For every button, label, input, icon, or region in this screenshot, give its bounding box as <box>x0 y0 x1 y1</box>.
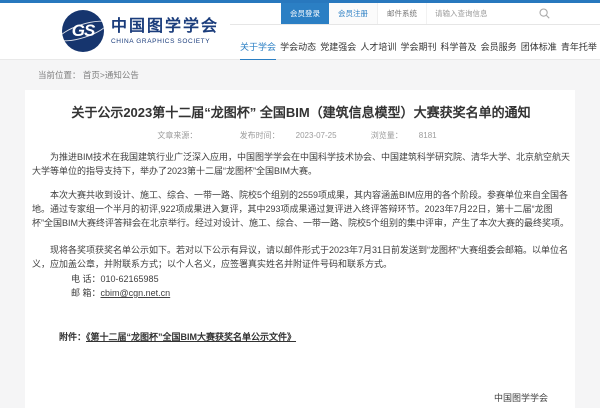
paragraph-2: 本次大赛共收到设计、施工、综合、一带一路、院校5个组别的2559项成果，其内容涵… <box>32 188 570 230</box>
email-label: 邮 箱： <box>71 288 101 298</box>
utility-divider <box>230 24 600 25</box>
contact-phone-line: 电 话：010-62165985 <box>71 272 570 286</box>
breadcrumb-label: 当前位置： <box>38 70 81 80</box>
meta-views: 浏览量：8181 <box>363 131 445 140</box>
nav-item-news[interactable]: 学会动态 <box>280 40 316 61</box>
member-register-button[interactable]: 会员注册 <box>329 3 378 24</box>
nav-item-member-service[interactable]: 会员服务 <box>481 40 517 61</box>
search-input[interactable] <box>435 9 513 18</box>
logo-text: 中国图学学会 CHINA GRAPHICS SOCIETY <box>111 18 219 45</box>
phone-label: 电 话： <box>71 274 101 284</box>
site-logo[interactable]: GS 中国图学学会 CHINA GRAPHICS SOCIETY <box>62 10 219 52</box>
main-nav: 关于学会 学会动态 党建强会 人才培训 学会期刊 科学普及 会员服务 团体标准 … <box>240 40 597 61</box>
nav-item-party[interactable]: 党建强会 <box>320 40 356 61</box>
search-box <box>427 3 550 24</box>
logo-globe-icon: GS <box>62 10 104 52</box>
nav-item-science[interactable]: 科学普及 <box>441 40 477 61</box>
search-icon[interactable] <box>539 8 550 19</box>
article-body: 为推进BIM技术在我国建筑行业广泛深入应用，中国图学学会在中国科学技术协会、中国… <box>32 150 570 408</box>
article-card: 关于公示2023第十二届“龙图杯” 全国BIM（建筑信息模型）大赛获奖名单的通知… <box>25 90 575 408</box>
org-name-en: CHINA GRAPHICS SOCIETY <box>111 38 219 45</box>
nav-item-about[interactable]: 关于学会 <box>240 40 276 61</box>
attachment-link[interactable]: 《第十二届“龙图杯”全国BIM大赛获奖名单公示文件》 <box>86 332 296 342</box>
nav-item-standards[interactable]: 团体标准 <box>521 40 557 61</box>
paragraph-3: 现将各奖项获奖名单公示如下。若对以下公示有异议，请以邮件形式于2023年7月31… <box>32 243 570 271</box>
mail-system-button[interactable]: 邮件系统 <box>378 3 427 24</box>
signature-block: 中国图学学会 2023年7月25日 <box>32 391 570 408</box>
signature-org: 中国图学学会 <box>32 391 548 406</box>
attachment-line: 附件：《第十二届“龙图杯”全国BIM大赛获奖名单公示文件》 <box>59 330 570 344</box>
nav-item-youth[interactable]: 青年托举 <box>561 40 597 61</box>
email-link[interactable]: cbim@cgn.net.cn <box>101 288 171 298</box>
breadcrumb-current[interactable]: 通知公告 <box>105 70 139 80</box>
site-header: GS 中国图学学会 CHINA GRAPHICS SOCIETY 会员登录 会员… <box>0 3 600 60</box>
breadcrumb: 当前位置： 首页>通知公告 <box>0 60 600 81</box>
article-meta: 文章来源： 发布时间：2023-07-25 浏览量：8181 <box>32 130 570 141</box>
nav-item-training[interactable]: 人才培训 <box>360 40 396 61</box>
meta-date: 发布时间：2023-07-25 <box>232 131 345 140</box>
member-login-button[interactable]: 会员登录 <box>281 3 329 24</box>
paragraph-1: 为推进BIM技术在我国建筑行业广泛深入应用，中国图学学会在中国科学技术协会、中国… <box>32 150 570 178</box>
phone-value: 010-62165985 <box>101 274 159 284</box>
meta-source-label: 文章来源： <box>157 131 197 140</box>
article-title: 关于公示2023第十二届“龙图杯” 全国BIM（建筑信息模型）大赛获奖名单的通知 <box>62 104 540 121</box>
contact-email-line: 邮 箱：cbim@cgn.net.cn <box>71 286 570 300</box>
page-content: 当前位置： 首页>通知公告 关于公示2023第十二届“龙图杯” 全国BIM（建筑… <box>0 60 600 408</box>
breadcrumb-home-link[interactable]: 首页 <box>83 70 100 80</box>
utility-bar: 会员登录 会员注册 邮件系统 <box>281 3 550 24</box>
org-name-cn: 中国图学学会 <box>111 18 219 36</box>
nav-item-journal[interactable]: 学会期刊 <box>400 40 436 61</box>
attachment-label: 附件： <box>59 332 86 342</box>
